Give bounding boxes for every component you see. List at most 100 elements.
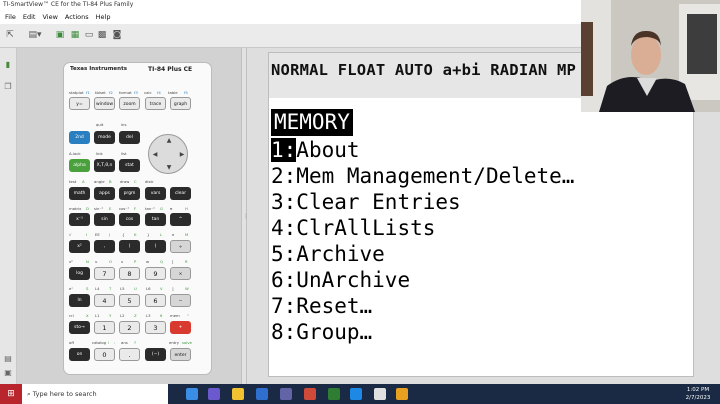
menu-item-group[interactable]: 8:Group… xyxy=(271,319,372,345)
menu-edit[interactable]: Edit xyxy=(23,13,36,21)
menu-item-number: 5: xyxy=(271,242,297,266)
key-sin[interactable]: sin xyxy=(94,213,115,226)
key-decimal[interactable]: . xyxy=(119,348,140,361)
key-negative[interactable]: (−) xyxy=(145,348,166,361)
key-graph[interactable]: graph xyxy=(170,97,191,110)
menu-view[interactable]: View xyxy=(42,13,57,21)
key-clear[interactable]: clear xyxy=(170,187,191,200)
key-2[interactable]: 2 xyxy=(119,321,140,334)
label-asin: sin⁻¹ xyxy=(94,206,103,211)
key-square[interactable]: x² xyxy=(69,240,90,253)
presenter-video xyxy=(581,0,720,112)
task-view-icon[interactable] xyxy=(208,388,220,400)
key-xtn[interactable]: X,T,θ,n xyxy=(94,159,115,172)
key-2nd[interactable]: 2nd xyxy=(69,131,90,144)
key-vars[interactable]: vars xyxy=(145,187,166,200)
key-1[interactable]: 1 xyxy=(94,321,115,334)
key-on[interactable]: on xyxy=(69,348,90,361)
key-trace[interactable]: trace xyxy=(145,97,166,110)
system-clock[interactable]: 1:02 PM 2/7/2023 xyxy=(678,386,718,402)
label-alpha-h: H xyxy=(185,206,188,211)
menu-item-label: Archive xyxy=(296,242,385,266)
key-math[interactable]: math xyxy=(69,187,90,200)
teams-icon[interactable] xyxy=(280,388,292,400)
key-tan[interactable]: tan xyxy=(145,213,166,226)
key-5[interactable]: 5 xyxy=(119,294,140,307)
menu-item-archive[interactable]: 5:Archive xyxy=(271,241,385,267)
label-sqrt: √ xyxy=(69,232,72,237)
arrow-up-icon[interactable]: ▲ xyxy=(164,136,174,146)
key-window[interactable]: window xyxy=(94,97,115,110)
pages-tab-icon[interactable]: ❐ xyxy=(3,82,13,92)
key-add[interactable]: + xyxy=(170,321,191,334)
key-multiply[interactable]: × xyxy=(170,267,191,280)
label-alpha-quote: " xyxy=(187,313,189,318)
key-apps[interactable]: apps xyxy=(94,187,115,200)
menu-item-label: Mem Management/Delete… xyxy=(296,164,575,188)
key-0[interactable]: 0 xyxy=(94,348,115,361)
label-alpha-x: X xyxy=(86,313,89,318)
windows-start-icon[interactable]: ⊞ xyxy=(0,384,22,404)
screen-icon[interactable]: ▦ xyxy=(69,30,81,41)
key-log[interactable]: log xyxy=(69,267,90,280)
powerpoint-icon[interactable] xyxy=(304,388,316,400)
key-prgm[interactable]: prgm xyxy=(119,187,140,200)
key-mode[interactable]: mode xyxy=(94,131,115,144)
key-y-equals[interactable]: y= xyxy=(69,97,90,110)
panel-icon[interactable]: ▤ xyxy=(3,354,13,364)
key-stat[interactable]: stat xyxy=(119,159,140,172)
key-del[interactable]: del xyxy=(119,131,140,144)
menu-item-mem-management[interactable]: 2:Mem Management/Delete… xyxy=(271,163,574,189)
panel-icon-2[interactable]: ▣ xyxy=(3,368,13,378)
keypad-icon[interactable]: ⇱ xyxy=(4,30,16,41)
key-power[interactable]: ^ xyxy=(170,213,191,226)
edge-icon[interactable] xyxy=(186,388,198,400)
key-alpha[interactable]: alpha xyxy=(69,159,90,172)
view-icon[interactable]: ▭ xyxy=(83,30,95,41)
send-icon[interactable]: ▣ xyxy=(54,30,66,41)
chrome-icon[interactable] xyxy=(374,388,386,400)
key-7[interactable]: 7 xyxy=(94,267,115,280)
window-title: TI-SmartView™ CE for the TI-84 Plus Fami… xyxy=(3,1,134,8)
key-4[interactable]: 4 xyxy=(94,294,115,307)
key-8[interactable]: 8 xyxy=(119,267,140,280)
menu-item-reset[interactable]: 7:Reset… xyxy=(271,293,372,319)
key-9[interactable]: 9 xyxy=(145,267,166,280)
excel-icon[interactable] xyxy=(328,388,340,400)
key-cos[interactable]: cos xyxy=(119,213,140,226)
file-explorer-icon[interactable] xyxy=(232,388,244,400)
key-ln[interactable]: ln xyxy=(69,294,90,307)
label-alpha-y: Y xyxy=(109,313,112,318)
mail-icon[interactable] xyxy=(256,388,268,400)
taskbar-search-input[interactable]: ⌕ Type here to search xyxy=(22,384,168,404)
key-subtract[interactable]: − xyxy=(170,294,191,307)
arrow-down-icon[interactable]: ▼ xyxy=(164,163,174,173)
camera-icon[interactable]: ◙ xyxy=(111,30,123,41)
menu-item-unarchive[interactable]: 6:UnArchive xyxy=(271,267,410,293)
key-paren-open[interactable]: ( xyxy=(119,240,140,253)
menu-actions[interactable]: Actions xyxy=(65,13,89,21)
menu-item-about[interactable]: 1:About xyxy=(271,137,360,163)
key-divide[interactable]: ÷ xyxy=(170,240,191,253)
key-zoom[interactable]: zoom xyxy=(119,97,140,110)
key-reciprocal[interactable]: x⁻¹ xyxy=(69,213,90,226)
word-icon[interactable] xyxy=(350,388,362,400)
calculator-icon[interactable]: ▤▾ xyxy=(26,30,44,41)
menu-item-clear-entries[interactable]: 3:Clear Entries xyxy=(271,189,461,215)
arrow-right-icon[interactable]: ▶ xyxy=(177,150,187,160)
menu-item-clrall-lists[interactable]: 4:ClrAllLists xyxy=(271,215,435,241)
key-3[interactable]: 3 xyxy=(145,321,166,334)
key-6[interactable]: 6 xyxy=(145,294,166,307)
arrow-left-icon[interactable]: ◀ xyxy=(150,150,160,160)
key-paren-close[interactable]: ) xyxy=(145,240,166,253)
label-distr: distr xyxy=(145,179,154,184)
menu-item-label: UnArchive xyxy=(296,268,411,292)
key-store[interactable]: sto→ xyxy=(69,321,90,334)
calculator-tab-icon[interactable]: ▮ xyxy=(3,60,13,70)
key-enter[interactable]: enter xyxy=(170,348,191,361)
menu-help[interactable]: Help xyxy=(96,13,111,21)
key-comma[interactable]: , xyxy=(94,240,115,253)
capture-icon[interactable]: ▩ xyxy=(96,30,108,41)
menu-file[interactable]: File xyxy=(5,13,16,21)
chrome-2-icon[interactable] xyxy=(396,388,408,400)
